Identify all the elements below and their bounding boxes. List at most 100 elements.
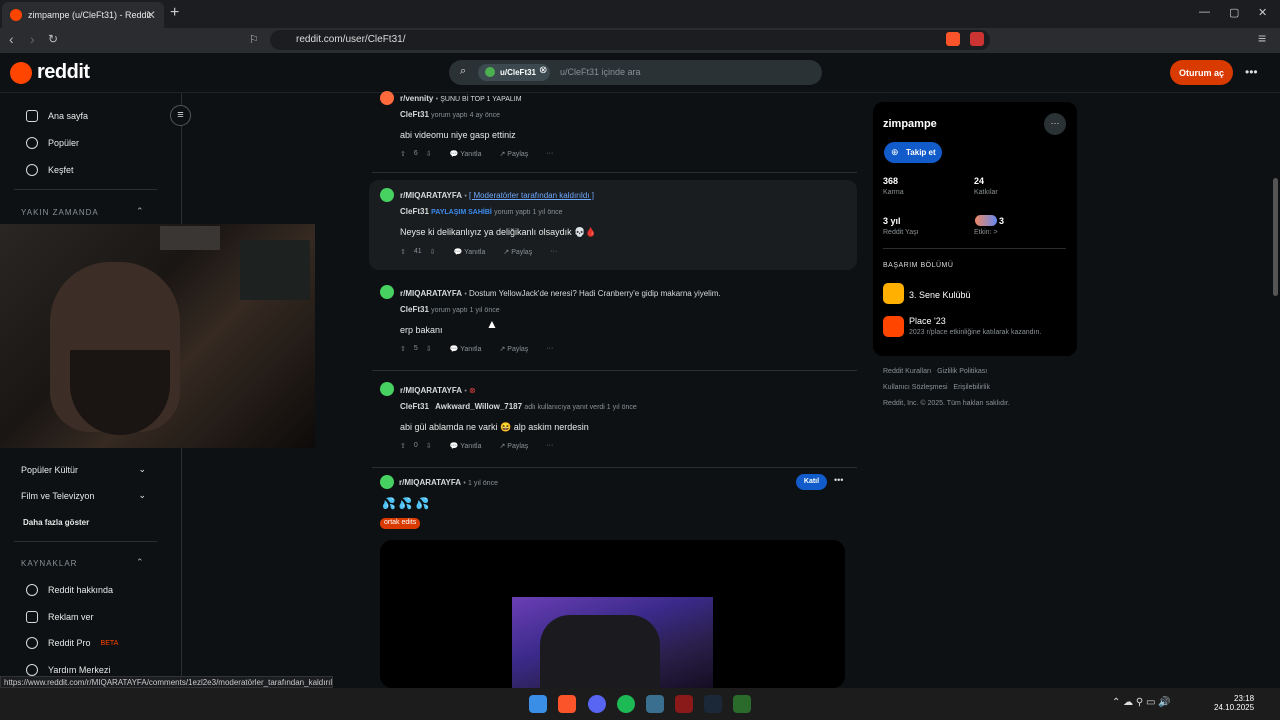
- post-title[interactable]: 💦 💦 💦: [382, 497, 429, 510]
- back-icon[interactable]: ‹: [9, 31, 14, 47]
- post-title[interactable]: Dostum YellowJack'de neresi? Hadi Cranbe…: [469, 289, 721, 298]
- post-title[interactable]: [ Moderatörler tarafından kaldırıldı ]: [469, 191, 594, 200]
- join-button[interactable]: Katıl: [796, 474, 827, 490]
- bookmark-icon[interactable]: ⚐: [249, 33, 259, 46]
- clear-chip-icon[interactable]: ⊗: [539, 65, 547, 76]
- subreddit-link[interactable]: r/MIQARATAYFA: [400, 386, 462, 395]
- search-input[interactable]: u/CleFt31 içinde ara: [560, 67, 641, 77]
- share-button[interactable]: ↗ Paylaş: [499, 442, 528, 450]
- user-link[interactable]: CleFt31: [400, 207, 429, 216]
- sidebar-item-explore[interactable]: Keşfet: [26, 164, 74, 176]
- brave-rewards-icon[interactable]: [970, 32, 984, 46]
- more-options-icon[interactable]: •••: [1245, 65, 1258, 79]
- search-icon: ⌕: [460, 65, 467, 77]
- minimize-icon[interactable]: —: [1199, 6, 1210, 18]
- profile-options-icon[interactable]: ···: [1044, 113, 1066, 135]
- sidebar-item-pop-culture[interactable]: Popüler Kültür ⌄: [21, 464, 146, 475]
- user-link[interactable]: CleFt31: [400, 402, 429, 411]
- downvote-icon[interactable]: ⇩: [430, 248, 436, 256]
- beta-badge: BETA: [100, 639, 119, 647]
- sidebar-item-film-tv[interactable]: Film ve Televizyon ⌄: [21, 490, 146, 501]
- reply-button[interactable]: 💬 Yanıtla: [454, 248, 486, 256]
- post-title[interactable]: ŞUNU Bİ TOP 1 YAPALIM: [440, 96, 521, 103]
- media-app-icon[interactable]: [675, 695, 693, 713]
- maximize-icon[interactable]: ▢: [1229, 6, 1239, 19]
- brave-icon[interactable]: [558, 695, 576, 713]
- downvote-icon[interactable]: ⇩: [426, 150, 432, 158]
- more-icon[interactable]: •••: [834, 475, 843, 485]
- reddit-logo-text[interactable]: reddit: [37, 61, 90, 84]
- chevron-up-icon[interactable]: ⌃: [136, 557, 144, 568]
- windows-start-icon[interactable]: [529, 695, 547, 713]
- close-window-icon[interactable]: ✕: [1258, 6, 1267, 19]
- chevron-up-icon[interactable]: ⌃: [136, 206, 144, 217]
- login-button[interactable]: Oturum aç: [1170, 60, 1233, 85]
- subreddit-icon[interactable]: [380, 285, 394, 299]
- footer-links[interactable]: Kullanıcı Sözleşmesi Erişilebilirlik: [883, 384, 990, 391]
- subreddit-link[interactable]: r/MIQARATAYFA: [400, 289, 462, 298]
- reply-button[interactable]: 💬 Yanıtla: [450, 150, 482, 158]
- steam-icon[interactable]: [704, 695, 722, 713]
- subreddit-icon[interactable]: [380, 188, 394, 202]
- share-button[interactable]: ↗ Paylaş: [499, 150, 528, 158]
- terminal-icon[interactable]: [733, 695, 751, 713]
- subreddit-link[interactable]: r/MIQARATAYFA: [399, 478, 461, 487]
- achievement-name[interactable]: 3. Sene Kulübü: [909, 290, 971, 300]
- downvote-icon[interactable]: ⇩: [426, 442, 432, 450]
- achievement-name[interactable]: Place '23: [909, 316, 946, 326]
- subreddit-icon[interactable]: [380, 91, 394, 105]
- active-value: 3: [999, 216, 1005, 226]
- share-button[interactable]: ↗ Paylaş: [499, 345, 528, 353]
- brave-shield-icon[interactable]: [946, 32, 960, 46]
- share-button[interactable]: ↗ Paylaş: [503, 248, 532, 256]
- reply-button[interactable]: 💬 Yanıtla: [450, 442, 482, 450]
- scrollbar-thumb[interactable]: [1273, 178, 1278, 296]
- upvote-icon[interactable]: ⇧: [400, 345, 406, 353]
- achievements-heading: BAŞARIM BÖLÜMÜ: [883, 262, 954, 269]
- comment-actions: ⇧ 41 ⇩ 💬 Yanıtla ↗ Paylaş ···: [400, 248, 558, 256]
- sidebar-item-advertise[interactable]: Reklam ver: [26, 611, 94, 623]
- more-icon[interactable]: ···: [546, 345, 553, 353]
- close-tab-icon[interactable]: ✕: [146, 8, 156, 22]
- forward-icon[interactable]: ›: [30, 31, 35, 47]
- menu-icon[interactable]: ≡: [1258, 30, 1266, 46]
- collapse-sidebar-icon[interactable]: ≡: [170, 105, 191, 126]
- subreddit-link[interactable]: r/vennity: [400, 94, 433, 103]
- discord-icon[interactable]: [588, 695, 606, 713]
- user-link[interactable]: Awkward_Willow_7187: [435, 402, 522, 411]
- user-link[interactable]: CleFt31: [400, 110, 429, 119]
- chevron-down-icon: ⌄: [138, 464, 146, 474]
- more-icon[interactable]: ···: [550, 248, 557, 256]
- account-age-value: 3 yıl: [883, 216, 901, 226]
- spotify-icon[interactable]: [617, 695, 635, 713]
- url-input[interactable]: reddit.com/user/CleFt31/: [270, 30, 990, 50]
- subreddit-icon[interactable]: [380, 475, 394, 489]
- tray-icons[interactable]: ⌃ ☁ ⚲ ▭ 🔊: [1112, 697, 1171, 708]
- new-tab-icon[interactable]: +: [170, 4, 179, 22]
- subreddit-link[interactable]: r/MIQARATAYFA: [400, 191, 462, 200]
- downvote-icon[interactable]: ⇩: [426, 345, 432, 353]
- reply-button[interactable]: 💬 Yanıtla: [450, 345, 482, 353]
- sidebar-item-home[interactable]: Ana sayfa: [26, 110, 88, 122]
- upvote-icon[interactable]: ⇧: [400, 442, 406, 450]
- explore-icon: [26, 164, 38, 176]
- reddit-logo-icon[interactable]: [10, 62, 32, 84]
- sidebar-item-help[interactable]: Yardım Merkezi: [26, 664, 110, 676]
- sidebar-item-reddit-pro[interactable]: Reddit Pro BETA: [26, 637, 118, 649]
- more-icon[interactable]: ···: [546, 150, 553, 158]
- reload-icon[interactable]: ↻: [48, 32, 58, 46]
- browser-tab[interactable]: zimpampe (u/CleFt31) - Reddit ✕: [2, 2, 164, 28]
- sidebar-item-popular[interactable]: Popüler: [26, 137, 79, 149]
- sidebar-item-about[interactable]: Reddit hakkında: [26, 584, 113, 596]
- system-clock[interactable]: 23:18 24.10.2025: [1214, 694, 1254, 712]
- flair-badge[interactable]: ortak edits: [380, 518, 421, 529]
- active-link[interactable]: Etkin: >: [974, 229, 998, 236]
- more-icon[interactable]: ···: [546, 442, 553, 450]
- user-link[interactable]: CleFt31: [400, 305, 429, 314]
- subreddit-icon[interactable]: [380, 382, 394, 396]
- upvote-icon[interactable]: ⇧: [400, 248, 406, 256]
- upvote-icon[interactable]: ⇧: [400, 150, 406, 158]
- footer-links[interactable]: Reddit Kuralları Gizlilik Politikası: [883, 368, 987, 375]
- app-icon[interactable]: [646, 695, 664, 713]
- show-more-link[interactable]: Daha fazla göster: [23, 518, 89, 527]
